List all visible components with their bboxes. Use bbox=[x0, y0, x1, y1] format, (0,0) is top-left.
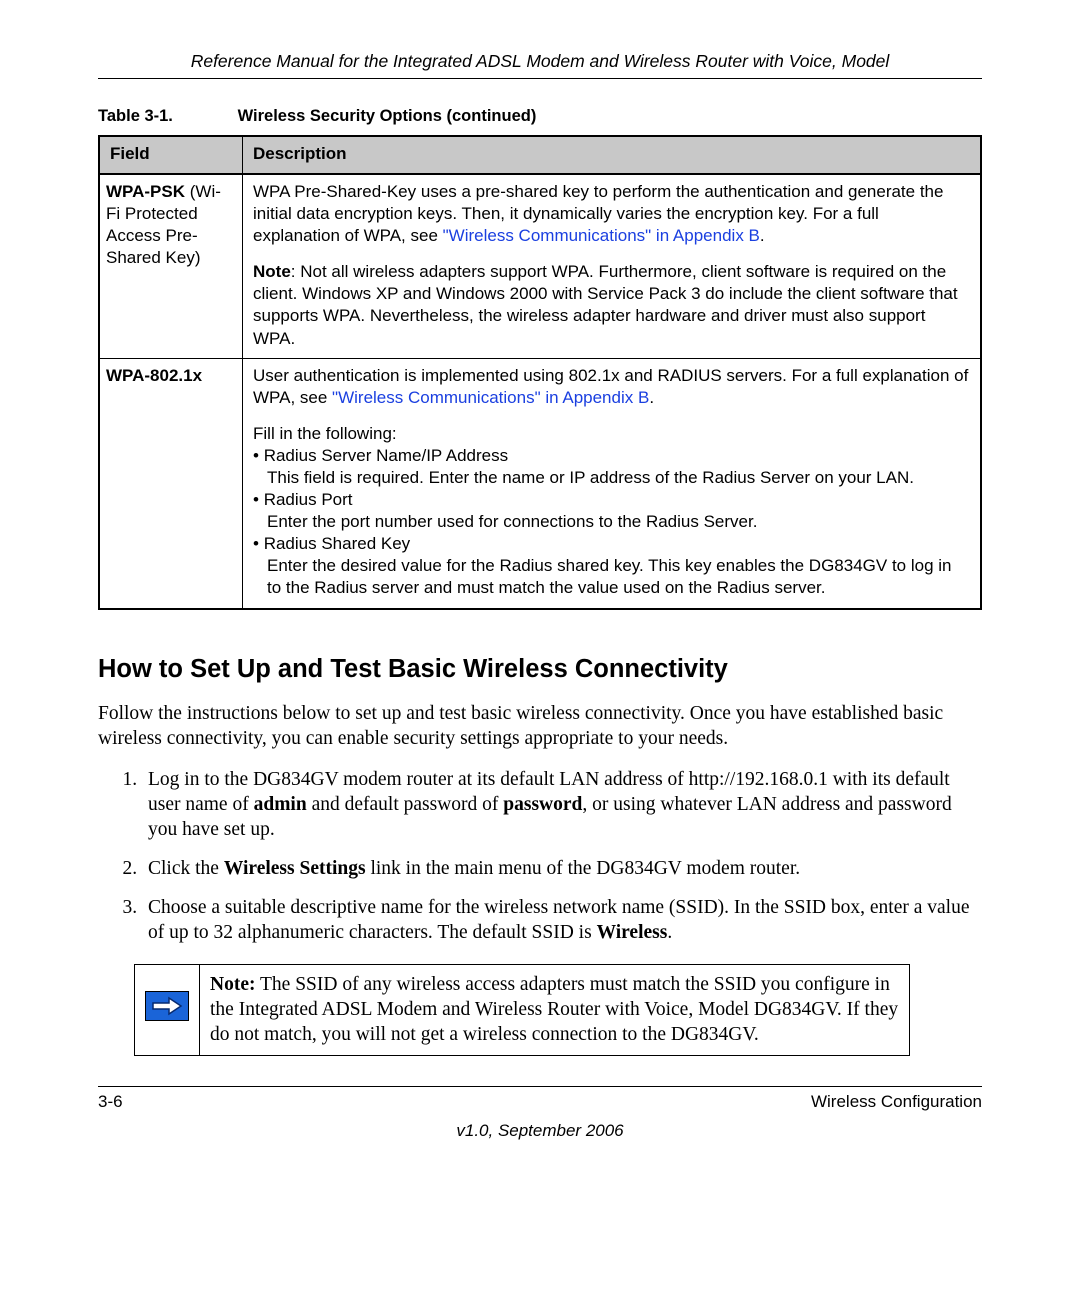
running-header: Reference Manual for the Integrated ADSL… bbox=[98, 50, 982, 74]
bullet-desc: Enter the port number used for connectio… bbox=[253, 511, 970, 533]
list-item: Radius Server Name/IP Address This field… bbox=[253, 445, 970, 489]
header-rule bbox=[98, 78, 982, 79]
step-item: Click the Wireless Settings link in the … bbox=[142, 857, 982, 882]
description-cell: WPA Pre-Shared-Key uses a pre-shared key… bbox=[243, 174, 982, 358]
footer-rule bbox=[98, 1086, 982, 1087]
bullet-title: Radius Server Name/IP Address bbox=[253, 446, 508, 465]
description-paragraph: WPA Pre-Shared-Key uses a pre-shared key… bbox=[253, 181, 970, 247]
page-number: 3-6 bbox=[98, 1091, 123, 1114]
table-number: Table 3-1. bbox=[98, 105, 233, 127]
note-box: Note: The SSID of any wireless access ad… bbox=[134, 964, 910, 1057]
field-name: WPA-PSK bbox=[106, 182, 185, 201]
table-title: Wireless Security Options (continued) bbox=[238, 107, 537, 125]
radius-fields-list: Radius Server Name/IP Address This field… bbox=[253, 445, 970, 600]
th-description: Description bbox=[243, 136, 982, 174]
step-item: Choose a suitable descriptive name for t… bbox=[142, 896, 982, 946]
description-paragraph: User authentication is implemented using… bbox=[253, 365, 970, 409]
table-row: WPA-PSK (Wi-Fi Protected Access Pre-Shar… bbox=[99, 174, 981, 358]
steps-list: Log in to the DG834GV modem router at it… bbox=[98, 768, 982, 946]
bullet-title: Radius Shared Key bbox=[253, 534, 410, 553]
description-cell: User authentication is implemented using… bbox=[243, 358, 982, 608]
field-cell: WPA-PSK (Wi-Fi Protected Access Pre-Shar… bbox=[99, 174, 243, 358]
bullet-desc: This field is required. Enter the name o… bbox=[253, 467, 970, 489]
field-cell: WPA-802.1x bbox=[99, 358, 243, 608]
step-item: Log in to the DG834GV modem router at it… bbox=[142, 768, 982, 843]
list-item: Radius Shared Key Enter the desired valu… bbox=[253, 533, 970, 599]
intro-paragraph: Follow the instructions below to set up … bbox=[98, 702, 982, 752]
link-appendix-b[interactable]: "Wireless Communications" in Appendix B bbox=[332, 388, 649, 407]
link-appendix-b[interactable]: "Wireless Communications" in Appendix B bbox=[443, 226, 760, 245]
section-heading: How to Set Up and Test Basic Wireless Co… bbox=[98, 652, 982, 686]
description-note: Note: Not all wireless adapters support … bbox=[253, 261, 970, 349]
arrow-right-icon bbox=[145, 991, 189, 1021]
list-item: Radius Port Enter the port number used f… bbox=[253, 489, 970, 533]
footer-section: Wireless Configuration bbox=[811, 1091, 982, 1114]
table-row: WPA-802.1x User authentication is implem… bbox=[99, 358, 981, 608]
footer-version: v1.0, September 2006 bbox=[98, 1120, 982, 1143]
th-field: Field bbox=[99, 136, 243, 174]
bullet-desc: Enter the desired value for the Radius s… bbox=[253, 555, 970, 599]
fill-in-label: Fill in the following: bbox=[253, 423, 970, 445]
field-name: WPA-802.1x bbox=[106, 366, 202, 385]
note-text-cell: Note: The SSID of any wireless access ad… bbox=[200, 964, 910, 1056]
table-caption: Table 3-1. Wireless Security Options (co… bbox=[98, 105, 982, 127]
wireless-security-options-table: Field Description WPA-PSK (Wi-Fi Protect… bbox=[98, 135, 982, 610]
footer-line: 3-6 Wireless Configuration bbox=[98, 1091, 982, 1114]
note-icon-cell bbox=[135, 964, 200, 1056]
bullet-title: Radius Port bbox=[253, 490, 353, 509]
